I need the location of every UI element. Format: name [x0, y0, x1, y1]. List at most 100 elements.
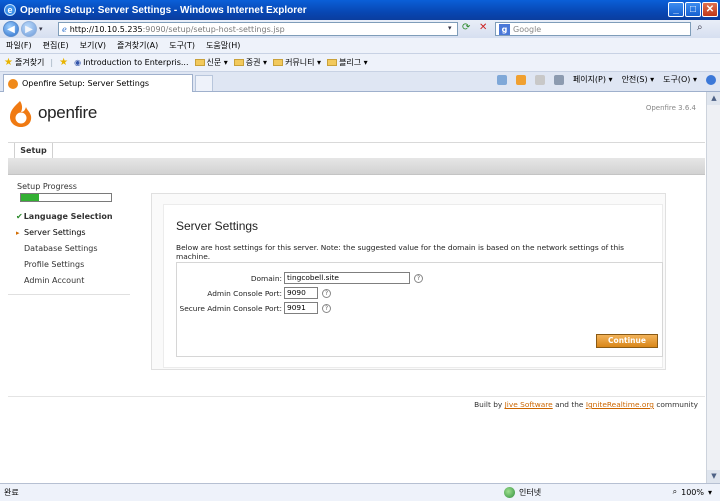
zoom-icon: ⌕: [672, 487, 678, 496]
close-button[interactable]: ✕: [702, 2, 718, 17]
favorites-button[interactable]: ★ 즐겨찾기: [4, 57, 44, 68]
search-input[interactable]: g Google: [495, 22, 691, 36]
feeds-icon[interactable]: [515, 74, 526, 85]
step-label: Server Settings: [24, 228, 86, 237]
folder-icon: [273, 59, 284, 66]
content-panel: Server Settings Below are host settings …: [151, 193, 666, 370]
igniterealtime-link[interactable]: IgniteRealtime.org: [586, 400, 654, 409]
refresh-icon[interactable]: ⟳: [462, 22, 470, 33]
help-icon[interactable]: ?: [322, 303, 331, 313]
ie-icon: e: [4, 4, 16, 16]
globe-icon: [504, 487, 515, 498]
fav-link-label: Introduction to Enterpris...: [83, 58, 189, 67]
fav-folder-news[interactable]: 신문 ▾: [194, 57, 228, 68]
new-tab-button[interactable]: [195, 75, 213, 91]
menu-view[interactable]: 보기(V): [80, 40, 106, 51]
security-zone[interactable]: 인터넷: [504, 487, 541, 498]
logo-text: openfire: [38, 103, 98, 122]
scroll-down-icon[interactable]: ▼: [707, 470, 720, 483]
search-icon[interactable]: ⌕: [697, 22, 703, 33]
openfire-logo: openfire: [6, 98, 97, 128]
subnav-strip: [8, 158, 705, 175]
setup-progress-title: Setup Progress: [17, 182, 77, 191]
fav-link-enterprise[interactable]: ◉ Introduction to Enterpris...: [74, 58, 188, 67]
maximize-button[interactable]: □: [685, 2, 701, 17]
star-icon: ★: [4, 57, 13, 68]
stop-icon[interactable]: ✕: [479, 22, 487, 33]
vertical-scrollbar[interactable]: ▲ ▼: [706, 92, 720, 483]
minimize-button[interactable]: _: [668, 2, 684, 17]
domain-label: Domain:: [250, 273, 282, 283]
google-icon: g: [499, 23, 510, 35]
url-path: :9090/setup/setup-host-settings.jsp: [142, 24, 285, 34]
footer-divider: [8, 396, 705, 397]
add-favorite-icon[interactable]: ★: [59, 57, 68, 68]
help-icon[interactable]: ?: [414, 273, 423, 283]
folder-icon: [233, 59, 244, 66]
sidebar-divider: [8, 294, 130, 295]
step-label: Profile Settings: [24, 260, 85, 269]
check-icon: ✔: [16, 212, 23, 221]
footer-mid: and the: [552, 400, 586, 409]
menu-help[interactable]: 도움말(H): [206, 40, 240, 51]
mail-icon[interactable]: [534, 74, 545, 85]
setup-progress-bar: [20, 193, 112, 202]
home-icon[interactable]: [496, 74, 507, 85]
tools-menu[interactable]: 도구(O) ▾: [663, 74, 697, 85]
zoom-control[interactable]: ⌕ 100% ▾: [673, 487, 712, 497]
help-icon[interactable]: ?: [322, 288, 331, 298]
forward-button[interactable]: ▶: [21, 21, 37, 37]
page-menu[interactable]: 페이지(P) ▾: [573, 74, 613, 85]
page-viewport: openfire Openfire 3.6.4 Setup Setup Prog…: [0, 92, 706, 483]
separator: |: [50, 58, 54, 67]
domain-field[interactable]: tingcobell.site: [284, 272, 410, 284]
admin-port-field[interactable]: 9090: [284, 287, 318, 299]
current-step-icon: ▸: [16, 229, 20, 237]
scroll-up-icon[interactable]: ▲: [707, 92, 720, 105]
tab-title: Openfire Setup: Server Settings: [22, 79, 150, 88]
safety-menu[interactable]: 안전(S) ▾: [622, 74, 655, 85]
page-description: Below are host settings for this server.…: [176, 243, 625, 261]
fav-folder-blog[interactable]: 블리그 ▾: [327, 57, 368, 68]
search-placeholder: Google: [513, 24, 542, 34]
step-language-selection[interactable]: ✔Language Selection: [8, 209, 130, 225]
folder-icon: [327, 59, 338, 66]
menu-edit[interactable]: 편집(E): [43, 40, 69, 51]
command-bar: 페이지(P) ▾ 안전(S) ▾ 도구(O) ▾: [496, 74, 716, 85]
domain-row: Domain: tingcobell.site ?: [177, 271, 427, 285]
footer: Built by Jive Software and the IgniteRea…: [474, 400, 698, 409]
admin-port-label: Admin Console Port:: [207, 288, 282, 298]
print-icon[interactable]: [553, 74, 564, 85]
menu-bar: 파일(F) 편집(E) 보기(V) 즐겨찾기(A) 도구(T) 도움말(H): [0, 38, 720, 54]
setup-steps: ✔Language Selection ▸ Server Settings Dat…: [8, 209, 130, 295]
tab-setup[interactable]: Setup: [14, 143, 53, 159]
address-dropdown-icon[interactable]: ▾: [448, 24, 452, 32]
back-button[interactable]: ◀: [3, 21, 19, 37]
fav-folder-label: 커뮤니티 ▾: [285, 58, 322, 67]
menu-favorites[interactable]: 즐겨찾기(A): [117, 40, 158, 51]
page-title: Server Settings: [176, 219, 259, 233]
address-input[interactable]: ℯ http://10.10.5.235:9090/setup/setup-ho…: [58, 22, 458, 36]
secure-port-field[interactable]: 9091: [284, 302, 318, 314]
fav-folder-label: 신문 ▾: [206, 58, 228, 67]
history-dropdown-icon[interactable]: ▾: [39, 25, 43, 33]
step-server-settings[interactable]: ▸ Server Settings: [8, 225, 130, 241]
version-label: Openfire 3.6.4: [645, 104, 696, 112]
openfire-favicon: [8, 78, 18, 89]
jive-software-link[interactable]: Jive Software: [505, 400, 553, 409]
status-text: 완료: [4, 488, 19, 497]
openfire-flame-icon: [10, 101, 32, 127]
zoom-level: 100%: [681, 487, 704, 497]
help-icon[interactable]: [706, 74, 716, 85]
menu-tools[interactable]: 도구(T): [169, 40, 195, 51]
fav-folder-label: 증권 ▾: [245, 58, 268, 67]
menu-file[interactable]: 파일(F): [6, 40, 32, 51]
continue-button[interactable]: Continue: [596, 334, 658, 348]
fav-folder-stock[interactable]: 증권 ▾: [233, 57, 268, 68]
secure-port-row: Secure Admin Console Port: 9091 ?: [177, 301, 427, 315]
progress-fill: [21, 194, 39, 201]
fav-folder-community[interactable]: 커뮤니티 ▾: [273, 57, 321, 68]
folder-icon: [194, 59, 205, 66]
window-titlebar: e Openfire Setup: Server Settings - Wind…: [0, 0, 720, 20]
tab-openfire-setup[interactable]: Openfire Setup: Server Settings: [3, 74, 193, 92]
